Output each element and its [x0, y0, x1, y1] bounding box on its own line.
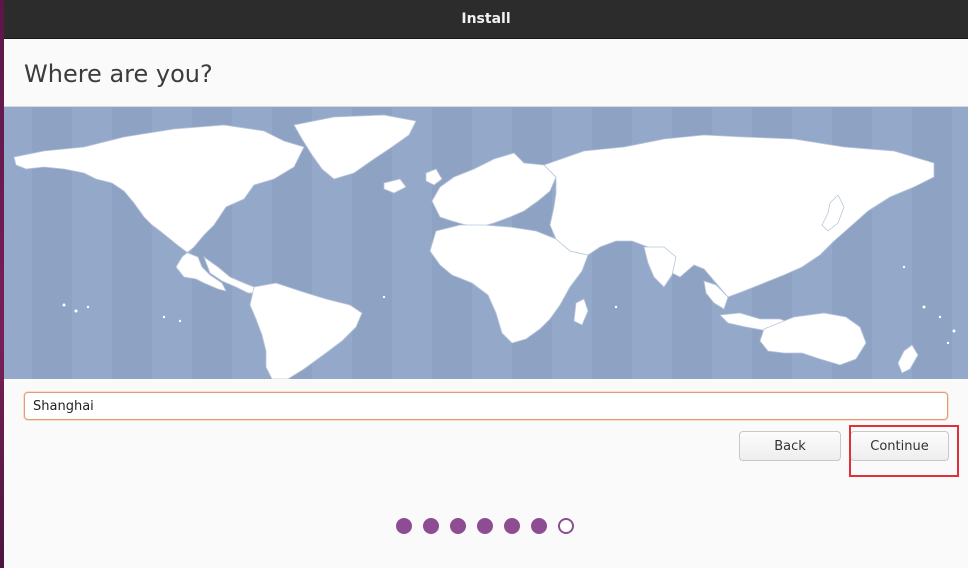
progress-dot-completed — [531, 518, 547, 534]
continue-button[interactable]: Continue — [850, 431, 949, 461]
timezone-input[interactable] — [24, 392, 948, 420]
window-title: Install — [461, 11, 511, 27]
progress-dot-current — [558, 518, 574, 534]
window-titlebar[interactable]: Install — [4, 0, 968, 39]
progress-dots — [396, 517, 574, 535]
page-title: Where are you? — [24, 60, 213, 88]
progress-dot-completed — [423, 518, 439, 534]
continue-button-label: Continue — [870, 438, 929, 454]
back-button-label: Back — [774, 438, 806, 454]
back-button[interactable]: Back — [739, 431, 841, 461]
progress-dot-completed — [450, 518, 466, 534]
progress-dot-completed — [396, 518, 412, 534]
progress-dot-completed — [477, 518, 493, 534]
installer-window: Install Where are you? Shanghai Back Con… — [4, 0, 968, 568]
installer-content: Where are you? Shanghai Back Continue — [4, 39, 968, 568]
world-map-graphic — [4, 107, 968, 379]
timezone-map[interactable] — [4, 107, 968, 379]
progress-dot-completed — [504, 518, 520, 534]
